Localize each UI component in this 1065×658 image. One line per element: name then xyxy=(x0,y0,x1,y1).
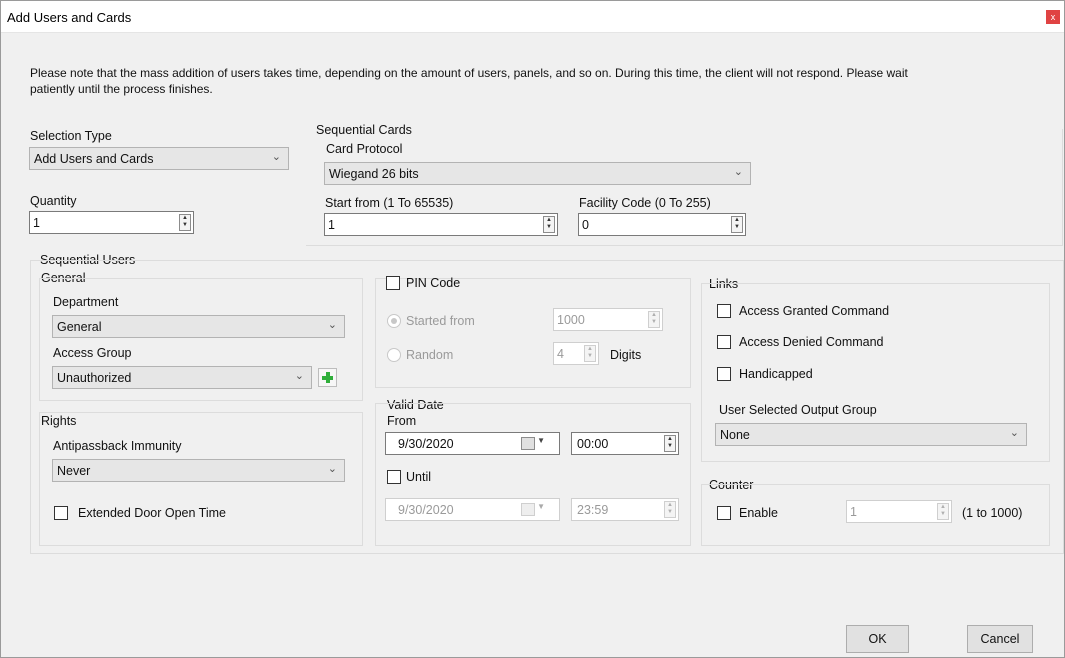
calendar-icon[interactable] xyxy=(521,437,535,450)
counter-range-label: (1 to 1000) xyxy=(962,506,1023,520)
selection-type-value: Add Users and Cards xyxy=(34,152,154,166)
spin-arrows-icon[interactable]: ▲ ▼ xyxy=(937,503,949,520)
cancel-button[interactable]: Cancel xyxy=(967,625,1033,653)
until-label: Until xyxy=(406,470,432,484)
pin-code-checkbox[interactable] xyxy=(386,276,400,290)
access-group-value: Unauthorized xyxy=(57,371,132,385)
from-date-value: 9/30/2020 xyxy=(398,437,454,451)
info-note: Please note that the mass addition of us… xyxy=(30,66,908,96)
facility-code-label: Facility Code (0 To 255) xyxy=(579,196,711,210)
spin-arrows-icon[interactable]: ▲ ▼ xyxy=(648,311,660,328)
start-from-stepper[interactable]: 1 ▲ ▼ xyxy=(324,213,558,236)
random-label: Random xyxy=(406,348,454,362)
spin-arrows-icon[interactable]: ▲ ▼ xyxy=(179,214,191,231)
dropdown-arrow-icon: ▼ xyxy=(537,502,545,511)
pin-code-label: PIN Code xyxy=(406,276,461,290)
counter-enable-label: Enable xyxy=(739,506,778,520)
spin-arrows-icon[interactable]: ▲ ▼ xyxy=(584,345,596,362)
random-radio[interactable] xyxy=(387,348,401,362)
card-protocol-label: Card Protocol xyxy=(326,142,403,156)
facility-code-stepper[interactable]: 0 ▲ ▼ xyxy=(578,213,746,236)
quantity-label: Quantity xyxy=(30,194,77,208)
antipassback-dropdown[interactable]: Never ⌄ xyxy=(52,459,345,482)
until-time-value: 23:59 xyxy=(577,503,609,517)
department-label: Department xyxy=(53,295,119,309)
counter-value: 1 xyxy=(850,505,857,519)
from-time-value: 00:00 xyxy=(577,437,609,451)
dialog-window: Add Users and Cards x Please note that t… xyxy=(0,0,1065,658)
output-group-value: None xyxy=(720,428,750,442)
title-bar: Add Users and Cards x xyxy=(1,1,1064,33)
dropdown-arrow-icon: ▼ xyxy=(537,436,545,445)
access-group-dropdown[interactable]: Unauthorized ⌄ xyxy=(52,366,312,389)
handicapped-label: Handicapped xyxy=(739,367,813,381)
antipassback-label: Antipassback Immunity xyxy=(53,439,182,453)
chevron-down-icon: ⌄ xyxy=(327,463,337,475)
card-protocol-dropdown[interactable]: Wiegand 26 bits ⌄ xyxy=(324,162,751,185)
output-group-dropdown[interactable]: None ⌄ xyxy=(715,423,1027,446)
spin-arrows-icon[interactable]: ▲ ▼ xyxy=(543,216,555,233)
digits-value: 4 xyxy=(557,347,564,361)
access-group-label: Access Group xyxy=(53,346,132,360)
from-time-stepper[interactable]: 00:00 ▲ ▼ xyxy=(571,432,679,455)
chevron-down-icon: ⌄ xyxy=(1009,427,1019,439)
quantity-value: 1 xyxy=(33,216,40,230)
digits-label: Digits xyxy=(610,348,642,362)
access-granted-checkbox[interactable] xyxy=(717,304,731,318)
quantity-stepper[interactable]: 1 ▲ ▼ xyxy=(29,211,194,234)
counter-stepper[interactable]: 1 ▲ ▼ xyxy=(846,500,952,523)
chevron-down-icon: ⌄ xyxy=(271,151,281,163)
department-value: General xyxy=(57,320,102,334)
access-denied-label: Access Denied Command xyxy=(739,335,884,349)
handicapped-checkbox[interactable] xyxy=(717,367,731,381)
ok-button[interactable]: OK xyxy=(846,625,909,653)
card-protocol-value: Wiegand 26 bits xyxy=(329,167,419,181)
spin-arrows-icon[interactable]: ▲ ▼ xyxy=(731,216,743,233)
department-dropdown[interactable]: General ⌄ xyxy=(52,315,345,338)
chevron-down-icon: ⌄ xyxy=(294,370,304,382)
chevron-down-icon: ⌄ xyxy=(733,166,743,178)
add-access-group-button[interactable] xyxy=(318,368,337,387)
output-group-label: User Selected Output Group xyxy=(719,403,877,417)
spin-arrows-icon[interactable]: ▲ ▼ xyxy=(664,501,676,518)
started-from-radio[interactable] xyxy=(387,314,401,328)
from-date-picker[interactable]: 9/30/2020 ▼ xyxy=(385,432,560,455)
window-title: Add Users and Cards xyxy=(7,10,132,25)
counter-enable-checkbox[interactable] xyxy=(717,506,731,520)
facility-code-value: 0 xyxy=(582,218,589,232)
access-granted-label: Access Granted Command xyxy=(739,304,890,318)
digits-stepper[interactable]: 4 ▲ ▼ xyxy=(553,342,599,365)
start-from-label: Start from (1 To 65535) xyxy=(325,196,454,210)
until-date-value: 9/30/2020 xyxy=(398,503,454,517)
from-label: From xyxy=(387,414,417,428)
spin-arrows-icon[interactable]: ▲ ▼ xyxy=(664,435,676,452)
until-time-stepper[interactable]: 23:59 ▲ ▼ xyxy=(571,498,679,521)
started-from-label: Started from xyxy=(406,314,475,328)
until-date-picker[interactable]: 9/30/2020 ▼ xyxy=(385,498,560,521)
access-denied-checkbox[interactable] xyxy=(717,335,731,349)
extended-door-label: Extended Door Open Time xyxy=(78,506,226,520)
calendar-icon[interactable] xyxy=(521,503,535,516)
until-checkbox[interactable] xyxy=(387,470,401,484)
selection-type-dropdown[interactable]: Add Users and Cards ⌄ xyxy=(29,147,289,170)
extended-door-checkbox[interactable] xyxy=(54,506,68,520)
selection-type-label: Selection Type xyxy=(30,129,112,143)
pin-start-stepper[interactable]: 1000 ▲ ▼ xyxy=(553,308,663,331)
pin-group xyxy=(375,278,691,388)
pin-start-value: 1000 xyxy=(557,313,585,327)
close-button[interactable]: x xyxy=(1046,10,1060,24)
antipassback-value: Never xyxy=(57,464,91,478)
start-from-value: 1 xyxy=(328,218,335,232)
chevron-down-icon: ⌄ xyxy=(327,319,337,331)
